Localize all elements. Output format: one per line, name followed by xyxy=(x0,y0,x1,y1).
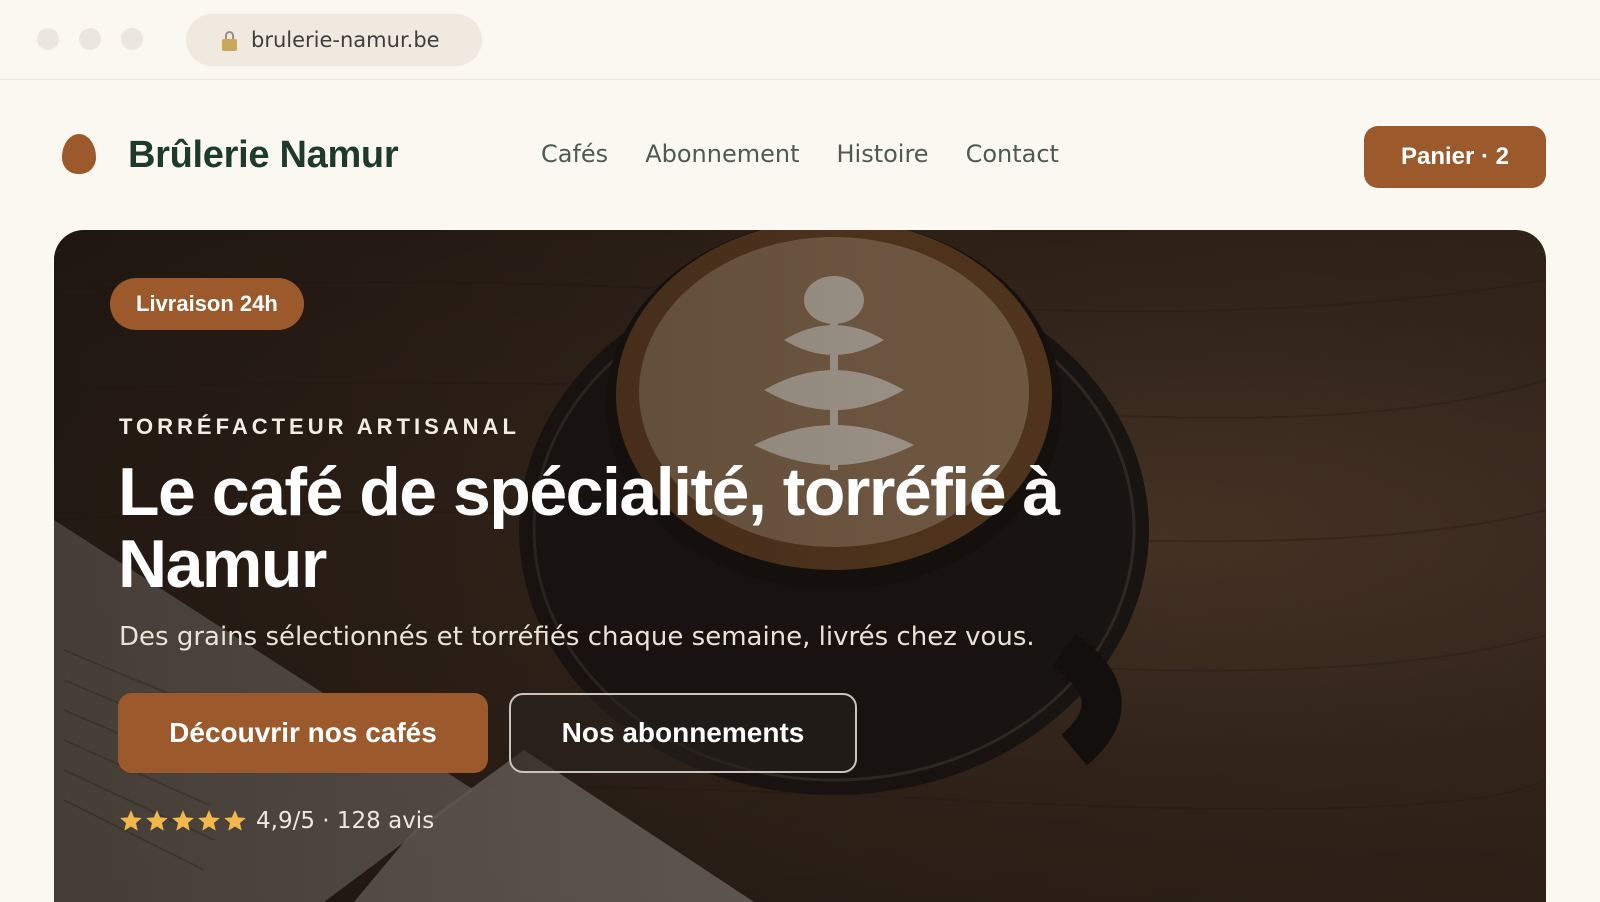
window-maximize-button[interactable] xyxy=(121,28,143,50)
hero-title: Le café de spécialité, torréfié à Namur xyxy=(118,454,1060,602)
window-close-button[interactable] xyxy=(37,28,59,50)
nav-item-contact[interactable]: Contact xyxy=(966,140,1059,168)
discover-coffees-button[interactable]: Découvrir nos cafés xyxy=(118,693,488,773)
star-icon xyxy=(146,810,168,831)
url-text: brulerie-namur.be xyxy=(251,28,440,52)
rating: 4,9/5 · 128 avis xyxy=(118,808,434,834)
browser-chrome: brulerie-namur.be xyxy=(0,0,1600,80)
star-icon xyxy=(120,810,142,831)
lock-icon xyxy=(222,30,237,51)
hero-eyebrow: TORRÉFACTEUR ARTISANAL xyxy=(119,414,520,439)
star-icon xyxy=(172,810,194,831)
coffee-bean-logo-icon[interactable] xyxy=(62,134,96,174)
main-nav: Cafés Abonnement Histoire Contact xyxy=(541,140,1096,168)
nav-item-histoire[interactable]: Histoire xyxy=(836,140,928,168)
star-icon xyxy=(198,810,220,831)
address-bar[interactable]: brulerie-namur.be xyxy=(186,14,482,66)
window-minimize-button[interactable] xyxy=(79,28,101,50)
cart-button[interactable]: Panier · 2 xyxy=(1364,126,1546,188)
subscriptions-button[interactable]: Nos abonnements xyxy=(509,693,857,773)
hero-subtitle: Des grains sélectionnés et torréfiés cha… xyxy=(119,622,1035,652)
hero-section: Livraison 24h TORRÉFACTEUR ARTISANAL Le … xyxy=(54,230,1546,902)
nav-item-cafes[interactable]: Cafés xyxy=(541,140,608,168)
brand-name[interactable]: Brûlerie Namur xyxy=(128,134,399,177)
nav-item-abonnement[interactable]: Abonnement xyxy=(645,140,799,168)
star-icon xyxy=(224,810,246,831)
rating-text: 4,9/5 · 128 avis xyxy=(256,808,435,834)
delivery-badge: Livraison 24h xyxy=(110,278,304,330)
